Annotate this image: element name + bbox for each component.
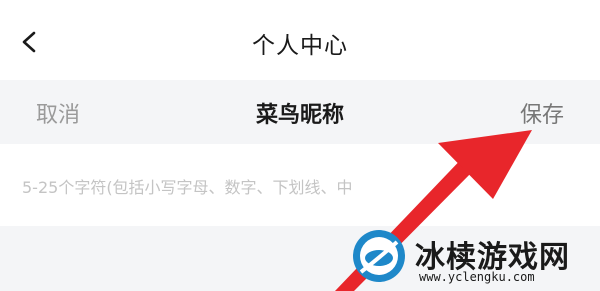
- watermark: 冰椟游戏网 www.yclengku.com: [345, 226, 600, 291]
- page-title: 个人中心: [252, 33, 348, 59]
- save-button[interactable]: 保存: [520, 97, 564, 129]
- watermark-logo-icon: [353, 230, 405, 282]
- input-hint: 5-25个字符(包括小写字母、数字、下划线、中: [22, 178, 353, 197]
- watermark-url: www.yclengku.com: [419, 270, 535, 284]
- nickname-dialog-header: 取消 菜鸟昵称 保存: [0, 80, 600, 144]
- dialog-title: 菜鸟昵称: [255, 103, 344, 128]
- nav-bar: 个人中心: [0, 0, 600, 80]
- nickname-input[interactable]: 5-25个字符(包括小写字母、数字、下划线、中: [0, 144, 600, 226]
